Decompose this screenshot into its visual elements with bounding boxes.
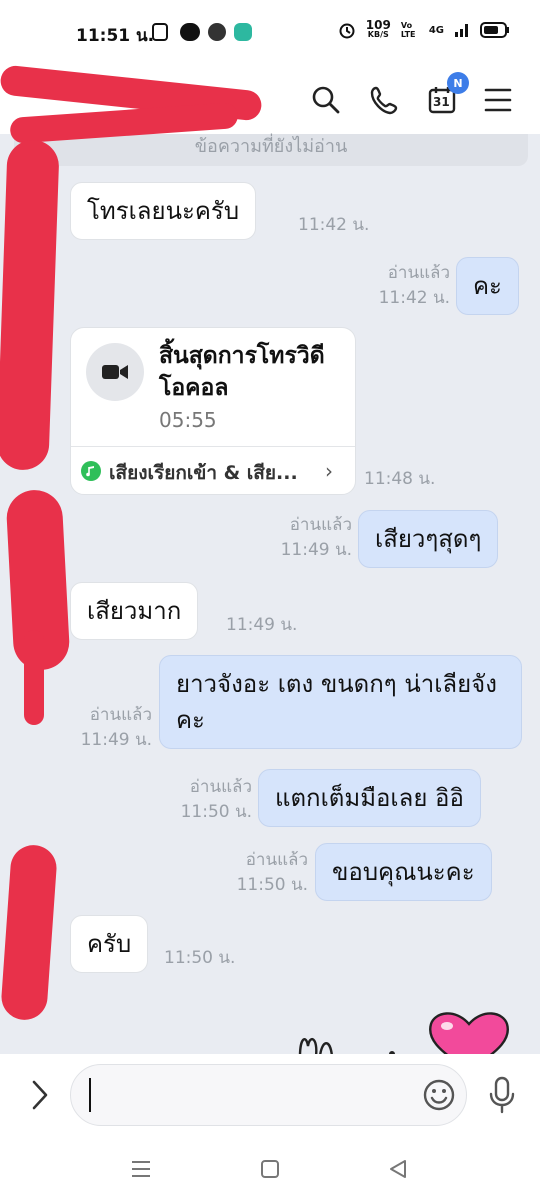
call-settings-link[interactable]: เสียงเรียกเข้า & เสีย... › — [71, 446, 355, 494]
call-settings-label: เสียงเรียกเข้า & เสีย... — [109, 462, 298, 484]
message-time: 11:42 น. — [378, 288, 450, 308]
message-time: 11:49 น. — [226, 615, 298, 635]
message-bubble-incoming[interactable]: เสียวมาก — [70, 582, 199, 640]
menu-lines-icon — [132, 1161, 150, 1177]
message-bubble-incoming[interactable]: โทรเลยนะครับ — [70, 182, 257, 240]
search-icon — [312, 86, 340, 114]
net-speed: 109 KB/S — [365, 18, 391, 40]
message-time: 11:49 น. — [280, 540, 352, 560]
read-receipt: อ่านแล้ว — [387, 263, 450, 283]
status-right-icons: 109 KB/S Vo LTE 4G — [338, 18, 510, 40]
read-receipt: อ่านแล้ว — [189, 777, 252, 797]
calendar-day: 31 — [433, 95, 450, 109]
recent-apps-button[interactable] — [121, 1154, 161, 1184]
call-card-title: สิ้นสุดการโทรวิดีโอคอล — [159, 343, 325, 401]
smiley-icon — [423, 1079, 455, 1111]
redaction-mark — [0, 843, 59, 1022]
network-type: 4G — [428, 24, 444, 36]
bunny-sticker-icon — [298, 1037, 395, 1056]
line-icon — [180, 23, 200, 41]
volte-label: Vo LTE — [400, 21, 416, 39]
status-time: 11:51 น. — [76, 26, 155, 46]
menu-button[interactable] — [478, 80, 518, 120]
message-bubble-outgoing[interactable]: ยาวจังอะ เตง ขนดกๆ น่าเลียจังคะ — [159, 655, 522, 749]
message-input-bar — [0, 1054, 540, 1140]
calendar-badge: N — [447, 72, 469, 94]
net-speed-value: 109 — [365, 18, 391, 32]
read-receipt: อ่านแล้ว — [289, 515, 352, 535]
call-duration: 05:55 — [159, 408, 217, 432]
video-camera-icon — [102, 365, 128, 379]
status-bar: 11:51 น. 109 KB/S Vo LTE 4G — [0, 0, 540, 66]
chevron-right-icon: › — [325, 459, 333, 483]
signal-icon — [455, 24, 468, 37]
microphone-icon — [489, 1076, 515, 1114]
redaction-mark — [0, 139, 60, 471]
messenger-icon — [234, 23, 252, 41]
message-input[interactable] — [70, 1064, 467, 1126]
search-button[interactable] — [306, 80, 346, 120]
expand-menu-button[interactable] — [26, 1078, 54, 1116]
read-receipt: อ่านแล้ว — [89, 705, 152, 725]
avatar-notification-icon — [208, 23, 226, 41]
message-time: 11:50 น. — [164, 948, 236, 968]
message-time: 11:50 น. — [236, 875, 308, 895]
message-time: 11:42 น. — [298, 215, 370, 235]
message-bubble-outgoing[interactable]: คะ — [456, 257, 519, 315]
emoji-button[interactable] — [422, 1078, 456, 1116]
message-time: 11:50 น. — [180, 802, 252, 822]
triangle-back-icon — [390, 1160, 406, 1178]
message-time: 11:49 น. — [80, 730, 152, 750]
message-bubble-outgoing[interactable]: แตกเต็มมือเลย อิอิ — [258, 769, 481, 827]
unread-divider: ข้อความที่ยังไม่อ่าน — [14, 134, 528, 166]
phone-icon — [370, 86, 398, 115]
music-note-icon — [81, 461, 101, 481]
message-bubble-outgoing[interactable]: ขอบคุณนะคะ — [315, 843, 492, 901]
back-button[interactable] — [378, 1154, 418, 1184]
voice-message-button[interactable] — [488, 1076, 516, 1118]
redaction-mark — [24, 630, 44, 725]
text-cursor — [89, 1078, 91, 1112]
battery-icon — [480, 22, 509, 38]
hamburger-icon — [484, 88, 512, 112]
message-time: 11:48 น. — [364, 469, 436, 489]
message-bubble-outgoing[interactable]: เสียวๆสุดๆ — [358, 510, 499, 568]
message-bubble-incoming[interactable]: ครับ — [70, 915, 149, 973]
video-call-button[interactable] — [86, 343, 144, 401]
app-notification-icon — [152, 23, 168, 41]
net-speed-unit: KB/S — [367, 30, 389, 39]
chevron-right-icon — [32, 1080, 48, 1110]
system-nav-bar — [0, 1140, 540, 1200]
alarm-icon — [339, 23, 355, 39]
call-button[interactable] — [364, 80, 404, 120]
read-receipt: อ่านแล้ว — [245, 850, 308, 870]
home-button[interactable] — [250, 1154, 290, 1184]
video-call-ended-card[interactable]: สิ้นสุดการโทรวิดีโอคอล 05:55 เสียงเรียกเ… — [70, 327, 356, 495]
square-home-icon — [261, 1160, 279, 1178]
